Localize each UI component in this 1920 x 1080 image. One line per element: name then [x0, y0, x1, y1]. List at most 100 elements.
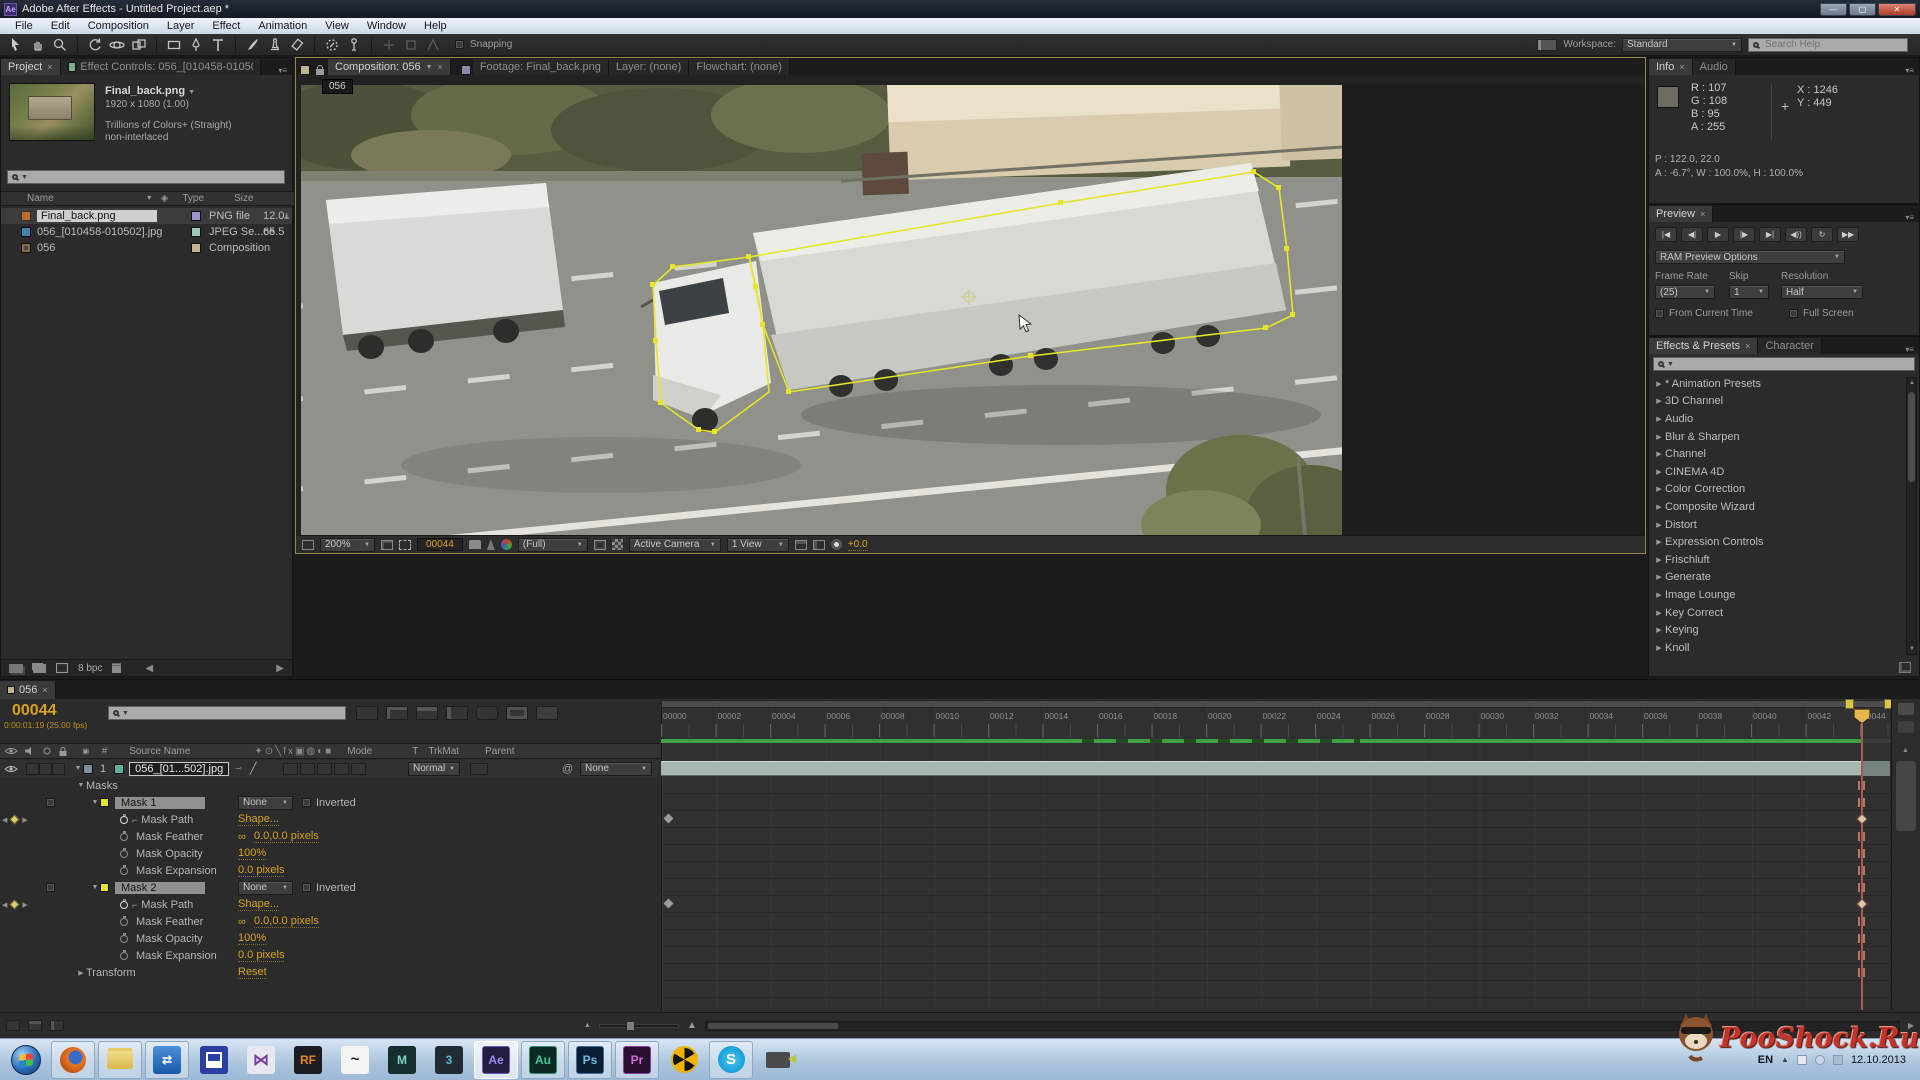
mask-visibility-checkbox[interactable] [46, 798, 55, 807]
type-tool[interactable] [208, 36, 228, 54]
menu-item[interactable]: Layer [158, 20, 204, 32]
draft-3d-icon[interactable] [386, 706, 408, 720]
taskbar-realflow[interactable]: RF [286, 1041, 330, 1079]
stopwatch-icon[interactable] [120, 850, 128, 858]
transport-button[interactable]: ◀| [1681, 227, 1703, 242]
effects-category[interactable]: ▶ 3D Channel [1649, 393, 1907, 411]
puppet-pin-tool[interactable] [344, 36, 364, 54]
mask-feather-row[interactable]: Mask Feather ∞ 0.0,0.0 pixels [0, 913, 660, 930]
snapshot-icon[interactable] [469, 540, 481, 549]
menu-item[interactable]: View [316, 20, 358, 32]
mode-column[interactable]: Mode [347, 746, 372, 757]
view-select[interactable]: Active Camera [629, 538, 721, 552]
transform-row[interactable]: ▶ Transform Reset [0, 964, 660, 981]
parent-pickwhip-icon[interactable]: @ [562, 763, 573, 775]
zoom-tool[interactable] [50, 36, 70, 54]
transport-button[interactable]: ▶▶ [1837, 227, 1859, 242]
menu-item[interactable]: Edit [42, 20, 79, 32]
transport-button[interactable]: |◀ [1655, 227, 1677, 242]
rotation-tool[interactable] [85, 36, 105, 54]
chevron-right-icon[interactable]: ▶ [1653, 468, 1665, 476]
eraser-tool[interactable] [287, 36, 307, 54]
item-name[interactable]: 056 [37, 242, 55, 254]
workspace-select[interactable]: Standard [1622, 38, 1742, 52]
column-size[interactable]: Size [234, 193, 253, 204]
panel-menu-icon[interactable]: ▾≡ [1900, 213, 1919, 222]
effects-category[interactable]: ▶ Generate [1649, 569, 1907, 587]
tab-layer[interactable]: Layer: (none) [609, 59, 689, 75]
mask-feather-row[interactable]: Mask Feather ∞ 0.0,0.0 pixels [0, 828, 660, 845]
bpc-label[interactable]: 8 bpc [78, 663, 102, 674]
effects-category[interactable]: ▶ Channel [1649, 445, 1907, 463]
taskbar-maya[interactable]: M [380, 1041, 424, 1079]
transparency-grid-icon[interactable] [612, 539, 623, 550]
stopwatch-icon[interactable] [120, 867, 128, 875]
show-channel-icon[interactable] [501, 539, 512, 550]
expand-modes-icon[interactable] [28, 1020, 42, 1031]
item-name[interactable]: 056_[010458-010502].jpg [37, 226, 162, 238]
mask-color-chip[interactable] [100, 883, 109, 892]
magnification-select[interactable]: 200% [320, 538, 375, 552]
resolution-select[interactable]: (Full) [518, 538, 588, 552]
current-time-display[interactable]: 00044 [12, 702, 57, 720]
chevron-right-icon[interactable]: ▶ [1653, 538, 1665, 546]
blend-mode-select[interactable]: Normal [408, 762, 460, 776]
timeline-search[interactable]: ▼ [108, 706, 346, 720]
mask-row[interactable]: ▼ Mask 1 None Inverted [0, 794, 660, 811]
property-value[interactable]: Shape... [238, 898, 279, 911]
tab-audio[interactable]: Audio [1693, 59, 1736, 75]
comp-mini-flowchart-icon[interactable] [356, 706, 378, 720]
full-screen-checkbox[interactable] [1789, 309, 1798, 318]
property-value[interactable]: 0.0 pixels [238, 949, 284, 962]
timeline-zoom-slider[interactable] [599, 1024, 679, 1028]
brainstorm-icon[interactable] [506, 706, 528, 720]
expand-inout-icon[interactable] [50, 1020, 64, 1031]
effects-category[interactable]: ▶ Audio [1649, 410, 1907, 428]
chevron-right-icon[interactable]: ▶ [1653, 415, 1665, 423]
layer-color-chip[interactable] [83, 764, 93, 774]
layer-duration-bar[interactable] [661, 761, 1862, 776]
interpret-footage-icon[interactable] [9, 664, 23, 673]
rectangle-tool[interactable] [164, 36, 184, 54]
transport-button[interactable]: ↻ [1811, 227, 1833, 242]
footage-name[interactable]: Final_back.png ▼ [105, 85, 195, 97]
menu-item[interactable]: Composition [79, 20, 158, 32]
transport-button[interactable]: ▶| [1759, 227, 1781, 242]
inverted-checkbox[interactable] [302, 883, 311, 892]
effects-category[interactable]: ▶ Color Correction [1649, 481, 1907, 499]
effects-category[interactable]: ▶ Keying [1649, 621, 1907, 639]
property-label[interactable]: Mask Expansion [136, 950, 217, 962]
project-row-selected[interactable]: Final_back.png PNG file 12.0 ♟ [1, 208, 292, 224]
switch-cell[interactable] [317, 763, 332, 775]
tab-character[interactable]: Character [1758, 338, 1821, 354]
property-value[interactable]: 100% [238, 847, 266, 860]
masks-group-label[interactable]: Masks [86, 780, 118, 792]
mask-expansion-row[interactable]: Mask Expansion 0.0 pixels [0, 947, 660, 964]
project-search[interactable]: ▼ [7, 170, 285, 184]
taskbar-save-tool[interactable] [192, 1041, 236, 1079]
twirl-down-icon[interactable]: ▼ [73, 765, 83, 772]
label-swatch[interactable] [191, 211, 201, 221]
taskbar-audition[interactable]: Au [521, 1041, 565, 1079]
new-composition-icon[interactable] [56, 663, 68, 673]
layer-row[interactable]: ▼ 1 056_[01...502].jpg ⊸ ╱ Normal @ None [0, 760, 660, 777]
tab-flowchart[interactable]: Flowchart: (none) [689, 59, 790, 75]
stopwatch-icon[interactable] [120, 918, 128, 926]
pan-behind-tool[interactable] [129, 36, 149, 54]
stopwatch-icon[interactable] [120, 833, 128, 841]
parent-select[interactable]: None [580, 762, 652, 776]
switches-columns-icons[interactable]: ✦⊙╲fx▣◍◐■ [254, 746, 333, 757]
close-icon[interactable]: × [47, 62, 52, 72]
effects-scrollbar[interactable]: ▲ ▼ [1906, 377, 1917, 655]
lock-column-icon[interactable] [58, 746, 68, 757]
resolution-preview-select[interactable]: Half [1781, 285, 1863, 299]
property-value[interactable]: Shape... [238, 813, 279, 826]
expand-switches-icon[interactable] [6, 1020, 20, 1031]
property-label[interactable]: Mask Feather [136, 831, 203, 843]
twirl-down-icon[interactable]: ▼ [90, 884, 100, 891]
new-folder-icon[interactable] [33, 664, 46, 673]
chevron-right-icon[interactable]: ▶ [1653, 503, 1665, 511]
property-label[interactable]: Mask Feather [136, 916, 203, 928]
trkmat-column[interactable]: TrkMat [428, 746, 459, 757]
view-layout-select[interactable]: 1 View [727, 538, 789, 552]
